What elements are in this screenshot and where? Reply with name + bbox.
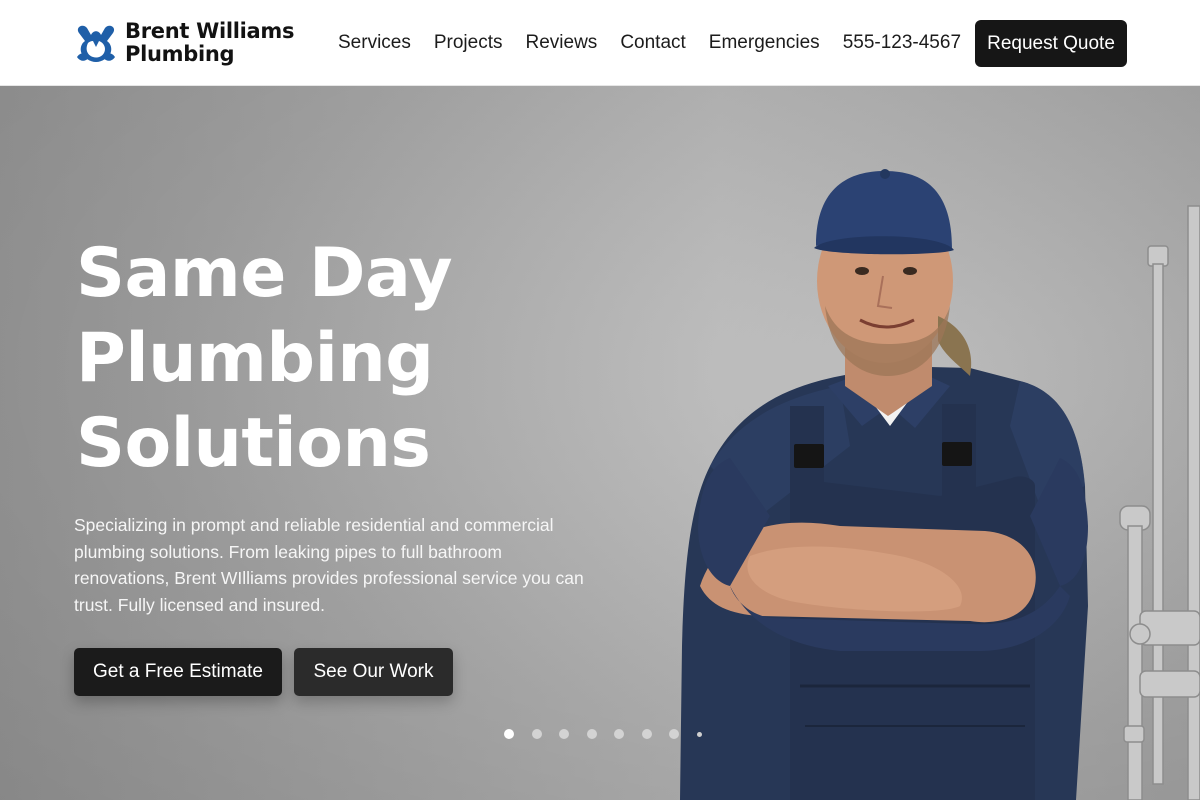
plumber-photo bbox=[680, 169, 1200, 800]
brand-name-line1: Brent Williams bbox=[125, 19, 295, 43]
carousel-dot-3[interactable] bbox=[559, 729, 569, 739]
carousel-dot-1[interactable] bbox=[504, 729, 514, 739]
hero-section: Same Day Plumbing Solutions Specializing… bbox=[0, 86, 1200, 800]
brand-name-line2: Plumbing bbox=[125, 42, 235, 66]
carousel-dot-7[interactable] bbox=[669, 729, 679, 739]
wall-pipes bbox=[1119, 205, 1200, 800]
main-nav: Services Projects Reviews Contact Emerge… bbox=[338, 0, 979, 86]
nav-emergencies[interactable]: Emergencies bbox=[709, 32, 820, 54]
carousel-dot-2[interactable] bbox=[531, 729, 542, 739]
carousel-dot-5[interactable] bbox=[614, 729, 624, 739]
wrench-pipe-logo-icon bbox=[77, 25, 115, 62]
phone-number-link[interactable]: 555-123-4567 bbox=[843, 32, 961, 54]
hero-description: Specializing in prompt and reliable resi… bbox=[74, 515, 584, 615]
see-our-work-button[interactable]: See Our Work bbox=[294, 648, 453, 696]
request-quote-button[interactable]: Request Quote bbox=[975, 20, 1127, 67]
carousel-dot-8[interactable] bbox=[696, 731, 702, 737]
hero-headline-line: Same Day bbox=[76, 234, 453, 313]
hero-headline: Same Day Plumbing Solutions bbox=[76, 231, 596, 486]
nav-services[interactable]: Services bbox=[338, 32, 411, 54]
hero-headline-line: Plumbing bbox=[76, 319, 434, 398]
site-header: Brent Williams Plumbing Services Project… bbox=[0, 0, 1200, 86]
brand[interactable]: Brent Williams Plumbing bbox=[73, 19, 295, 66]
nav-reviews[interactable]: Reviews bbox=[526, 32, 598, 54]
carousel-dots bbox=[504, 729, 719, 739]
nav-projects[interactable]: Projects bbox=[434, 32, 503, 54]
carousel-dot-4[interactable] bbox=[586, 729, 597, 739]
carousel-dot-6[interactable] bbox=[641, 729, 652, 739]
free-estimate-button[interactable]: Get a Free Estimate bbox=[74, 648, 282, 696]
hero-headline-line: Solutions bbox=[76, 404, 431, 483]
nav-contact[interactable]: Contact bbox=[620, 32, 685, 54]
